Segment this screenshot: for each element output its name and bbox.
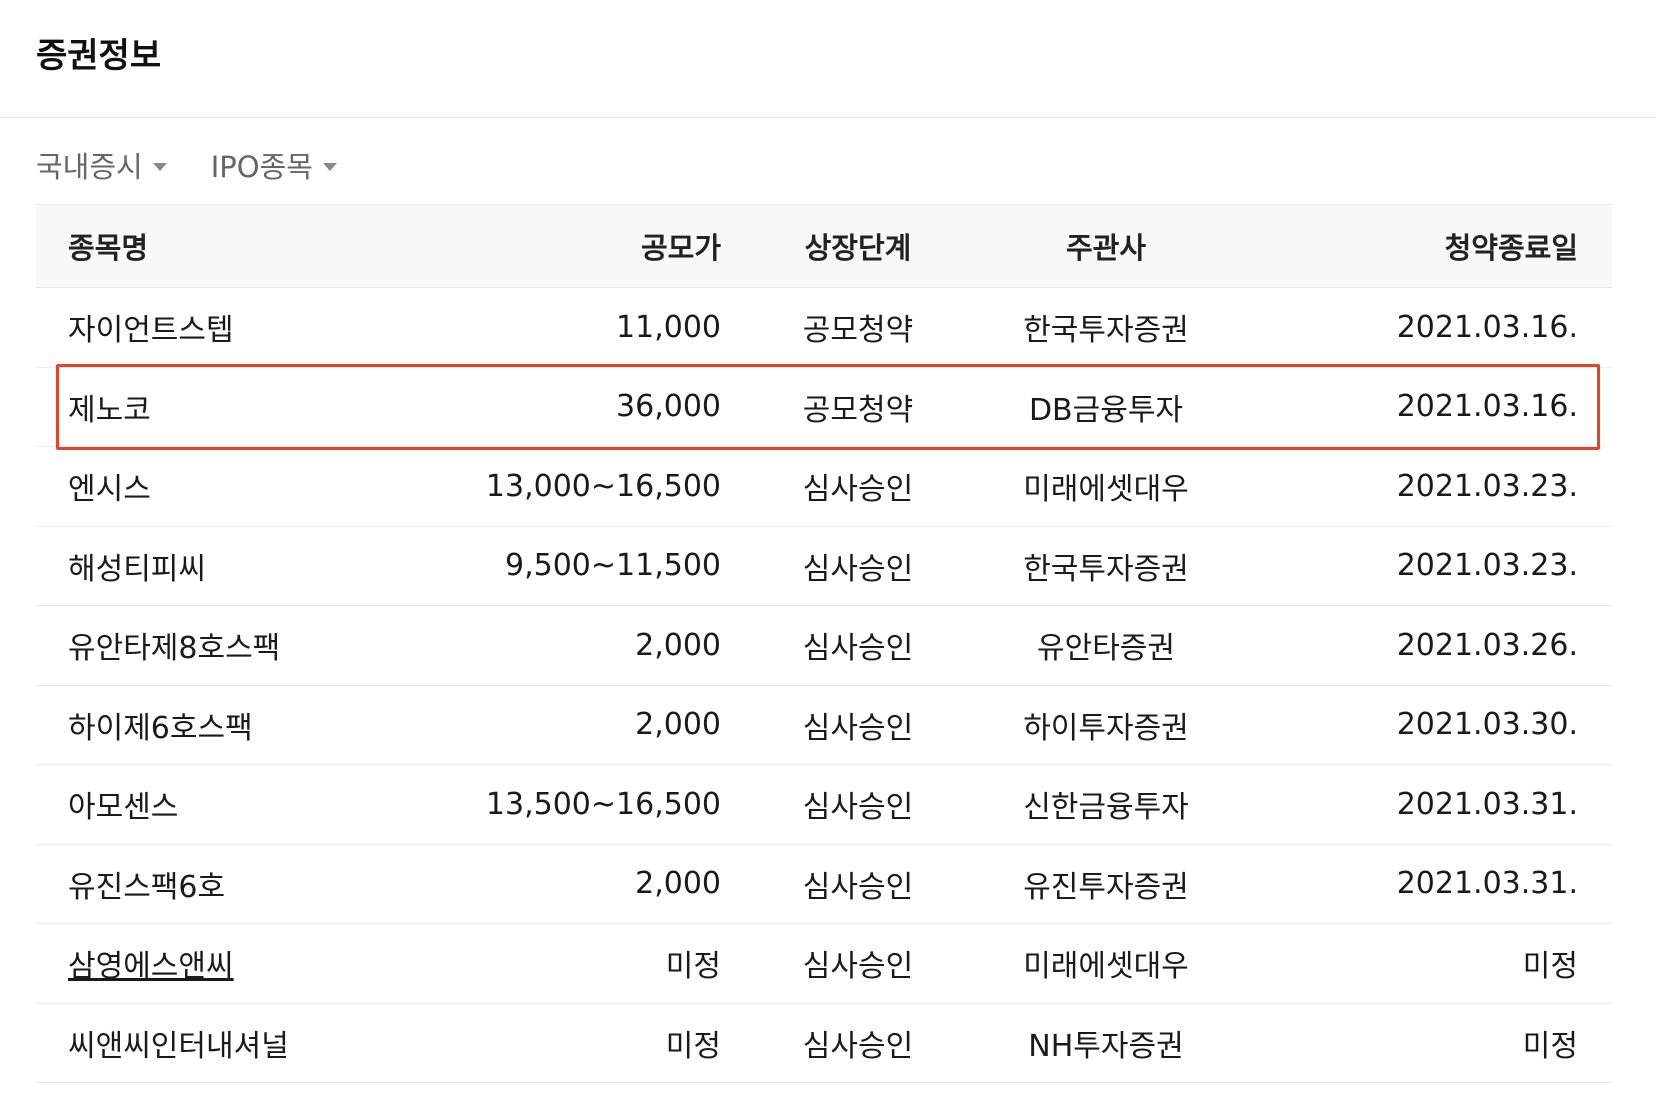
- subscription-end-date: 미정: [1522, 949, 1578, 985]
- stock-name-link[interactable]: 삼영에스앤씨: [68, 949, 234, 984]
- securities-info-page: 증권정보 국내증시 IPO종목 종목명 공모가 상장단계 주관사 청약종료일 자…: [0, 0, 1656, 1106]
- stock-name: 유안타제8호스팩: [68, 631, 281, 667]
- subscription-end-date: 2021.03.31.: [1396, 786, 1578, 822]
- offer-price: 2,000: [635, 866, 721, 902]
- table-row: 유안타제8호스팩 2,000 심사승인 유안타증권 2021.03.26.: [36, 606, 1612, 686]
- offer-price: 2,000: [635, 627, 721, 663]
- listing-stage: 심사승인: [802, 949, 914, 985]
- table-row: 자이언트스텝 11,000 공모청약 한국투자증권 2021.03.16.: [36, 288, 1612, 368]
- offer-price: 11,000: [616, 309, 721, 345]
- market-filter-dropdown[interactable]: 국내증시: [36, 144, 167, 186]
- lead-manager: 미래에셋대우: [1023, 472, 1189, 508]
- table-row: 씨앤씨인터내셔널 미정 심사승인 NH투자증권 미정: [36, 1004, 1612, 1083]
- column-header-lead: 주관사: [1065, 231, 1147, 265]
- column-header-stage: 상장단계: [804, 231, 912, 265]
- subscription-end-date: 2021.03.23.: [1396, 548, 1578, 584]
- market-filter-label: 국내증시: [36, 150, 143, 184]
- subscription-end-date: 2021.03.30.: [1396, 707, 1578, 743]
- listing-stage: 심사승인: [802, 631, 914, 667]
- stock-name: 씨앤씨인터내셔널: [68, 1028, 289, 1064]
- column-header-end-date: 청약종료일: [1444, 231, 1578, 265]
- ipo-table: 종목명 공모가 상장단계 주관사 청약종료일 자이언트스텝 11,000 공모청…: [36, 204, 1612, 1083]
- ipo-filter-dropdown[interactable]: IPO종목: [211, 144, 337, 186]
- lead-manager: 신한금융투자: [1023, 790, 1189, 826]
- stock-name: 제노코: [68, 392, 151, 428]
- subscription-end-date: 2021.03.23.: [1396, 468, 1578, 504]
- listing-stage: 공모청약: [802, 392, 914, 428]
- stock-name: 해성티피씨: [68, 551, 206, 587]
- lead-manager: 하이투자증권: [1023, 710, 1189, 746]
- offer-price: 36,000: [616, 389, 721, 425]
- filter-bar: 국내증시 IPO종목: [36, 138, 337, 192]
- stock-name: 아모센스: [68, 790, 179, 826]
- table-row-highlighted: 제노코 36,000 공모청약 DB금융투자 2021.03.16.: [36, 363, 1612, 450]
- page-header: 증권정보: [0, 0, 1656, 118]
- table-row: 아모센스 13,500~16,500 심사승인 신한금융투자 2021.03.3…: [36, 765, 1612, 845]
- column-header-name: 종목명: [68, 231, 149, 265]
- stock-name: 하이제6호스팩: [68, 710, 253, 746]
- stock-name: 엔시스: [68, 472, 151, 508]
- listing-stage: 심사승인: [802, 710, 914, 746]
- offer-price: 미정: [665, 1028, 721, 1064]
- subscription-end-date: 미정: [1522, 1028, 1578, 1064]
- listing-stage: 심사승인: [802, 551, 914, 587]
- listing-stage: 심사승인: [802, 790, 914, 826]
- lead-manager: 미래에셋대우: [1023, 949, 1189, 985]
- table-row: 유진스팩6호 2,000 심사승인 유진투자증권 2021.03.31.: [36, 845, 1612, 924]
- listing-stage: 심사승인: [802, 1028, 914, 1064]
- subscription-end-date: 2021.03.16.: [1396, 389, 1578, 425]
- lead-manager: 유진투자증권: [1023, 869, 1189, 905]
- stock-name-cell: 삼영에스앤씨: [36, 941, 431, 985]
- lead-manager: NH투자증권: [1028, 1028, 1184, 1064]
- offer-price: 13,500~16,500: [485, 786, 721, 822]
- subscription-end-date: 2021.03.31.: [1396, 866, 1578, 902]
- listing-stage: 공모청약: [802, 313, 914, 349]
- lead-manager: 한국투자증권: [1023, 313, 1189, 349]
- lead-manager: 한국투자증권: [1023, 551, 1189, 587]
- ipo-filter-label: IPO종목: [210, 150, 313, 184]
- lead-manager: DB금융투자: [1028, 392, 1184, 428]
- listing-stage: 심사승인: [802, 869, 914, 905]
- offer-price: 2,000: [635, 707, 721, 743]
- table-row: 해성티피씨 9,500~11,500 심사승인 한국투자증권 2021.03.2…: [36, 527, 1612, 606]
- column-header-price: 공모가: [640, 231, 721, 265]
- lead-manager: 유안타증권: [1037, 631, 1175, 667]
- offer-price: 미정: [665, 949, 721, 985]
- subscription-end-date: 2021.03.16.: [1396, 309, 1578, 345]
- offer-price: 13,000~16,500: [485, 468, 721, 504]
- offer-price: 9,500~11,500: [505, 548, 721, 584]
- page-title: 증권정보: [36, 36, 162, 76]
- table-row: 하이제6호스팩 2,000 심사승인 하이투자증권 2021.03.30.: [36, 686, 1612, 765]
- stock-name: 유진스팩6호: [68, 869, 226, 905]
- stock-name: 자이언트스텝: [68, 313, 234, 349]
- table-row: 삼영에스앤씨 미정 심사승인 미래에셋대우 미정: [36, 924, 1612, 1004]
- table-header: 종목명 공모가 상장단계 주관사 청약종료일: [36, 204, 1612, 288]
- subscription-end-date: 2021.03.26.: [1396, 627, 1578, 663]
- listing-stage: 심사승인: [802, 472, 914, 508]
- caret-down-icon: [322, 163, 337, 171]
- caret-down-icon: [152, 163, 167, 171]
- table-row: 엔시스 13,000~16,500 심사승인 미래에셋대우 2021.03.23…: [36, 447, 1612, 527]
